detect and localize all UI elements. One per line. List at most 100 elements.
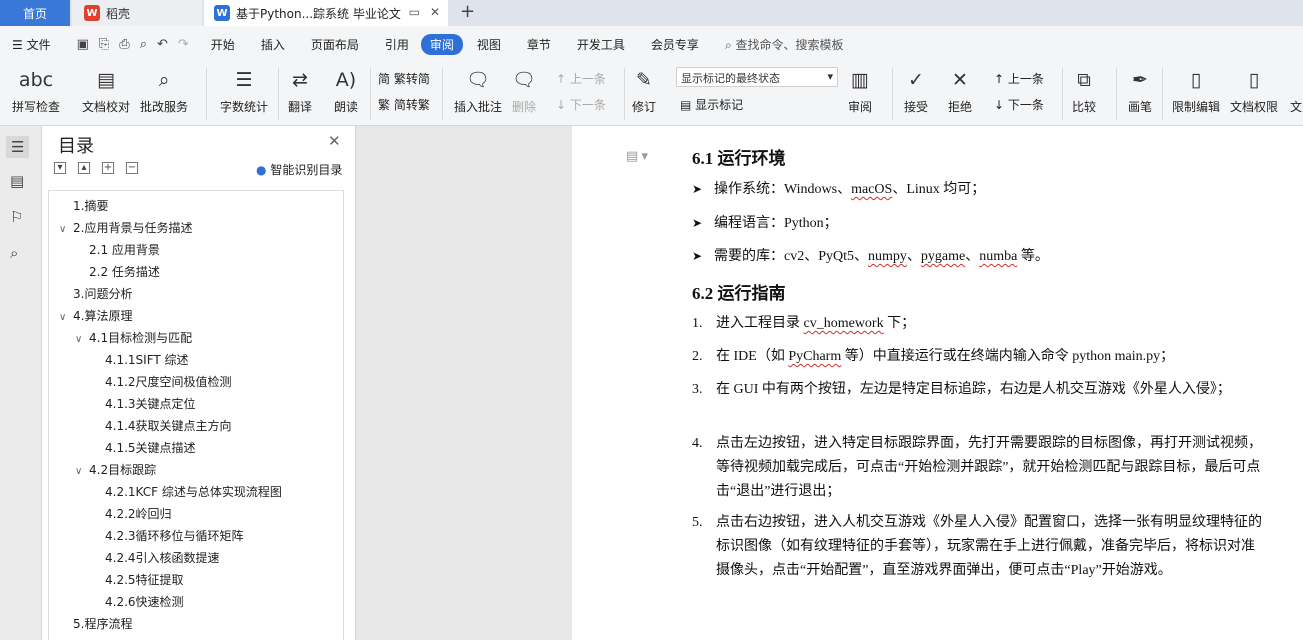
- toc-list: 1.摘要 ∨ 2.应用背景与任务描述 2.1 应用背景 2.2 任务描述 3.问题分析 ∨ 4…: [48, 190, 344, 640]
- toc-twisty-icon[interactable]: ∨: [59, 307, 73, 329]
- toc-item[interactable]: ∨ 4.2目标跟踪: [75, 459, 156, 481]
- chapter-nav-icon[interactable]: ▤: [10, 172, 24, 190]
- accept-button[interactable]: ✓ 接受: [904, 66, 928, 115]
- word-count-button[interactable]: ☰ 字数统计: [220, 66, 268, 115]
- reject-button[interactable]: ✕ 拒绝: [948, 66, 972, 115]
- translate-button[interactable]: ⇄ 翻译: [288, 66, 312, 115]
- list-item-4: 4. 点击左边按钮，进入特定目标跟踪界面，先打开需要跟踪的目标图像，再打开测试视频…: [692, 432, 1267, 504]
- print-icon[interactable]: ⎙: [119, 37, 129, 52]
- collapse-all-icon[interactable]: ▾: [54, 162, 66, 174]
- menu-membership[interactable]: 会员专享: [651, 36, 699, 53]
- restrict-editing-button[interactable]: ▯ 限制编辑: [1172, 66, 1220, 115]
- toc-item[interactable]: 4.1.3关键点定位: [91, 393, 196, 415]
- menu-developer[interactable]: 开发工具: [577, 36, 625, 53]
- toc-twisty-icon[interactable]: ∨: [75, 329, 89, 351]
- toc-item-label: 4.2目标跟踪: [89, 463, 157, 477]
- toc-item[interactable]: 2.2 任务描述: [75, 261, 160, 283]
- review-pane-button[interactable]: ▥ 审阅: [848, 66, 872, 115]
- toc-item[interactable]: ∨ 4.算法原理: [59, 305, 132, 327]
- delete-comment-button[interactable]: 🗨 删除: [512, 66, 536, 115]
- read-aloud-button[interactable]: A) 朗读: [334, 66, 358, 115]
- remove-heading-icon[interactable]: −: [126, 162, 138, 174]
- bookmark-icon[interactable]: ⚐: [10, 208, 23, 226]
- toc-item[interactable]: 4.1.5关键点描述: [91, 437, 196, 459]
- toc-item[interactable]: 3.问题分析: [59, 283, 132, 305]
- tab-docer[interactable]: W 稻壳: [72, 0, 202, 26]
- toc-item[interactable]: 4.2.5特征提取: [91, 569, 184, 591]
- delete-comment-icon: 🗨: [512, 69, 537, 91]
- add-heading-icon[interactable]: +: [102, 162, 114, 174]
- smart-toc-button[interactable]: ● 智能识别目录: [256, 161, 342, 178]
- toc-item[interactable]: 4.1.1SIFT 综述: [91, 349, 189, 371]
- tab-document[interactable]: W 基于Python...踪系统 毕业论文 ▭ ✕: [204, 0, 448, 26]
- page-options-icon[interactable]: ▤ ▾: [626, 148, 648, 164]
- show-markup-button[interactable]: ▤ 显示标记: [680, 96, 743, 113]
- toc-item[interactable]: ∨ 2.应用背景与任务描述: [59, 217, 192, 239]
- toc-item-label: 4.1.2尺度空间极值检测: [105, 375, 232, 389]
- menu-review[interactable]: 审阅: [420, 33, 463, 55]
- insert-comment-button[interactable]: 🗨 插入批注: [454, 66, 502, 115]
- undo-icon[interactable]: ↶: [157, 37, 168, 52]
- spell-check-button[interactable]: abc 拼写检查: [12, 66, 60, 115]
- redo-icon[interactable]: ↷: [178, 37, 189, 52]
- proofread-button[interactable]: ▤ 文档校对: [82, 66, 130, 115]
- toc-item[interactable]: ∨ 4.1目标检测与匹配: [75, 327, 192, 349]
- toc-item[interactable]: 2.1 应用背景: [75, 239, 160, 261]
- document-page[interactable]: ▤ ▾ 6.1 运行环境 ➤ 操作系统：Windows、macOS、Linux 均…: [572, 126, 1303, 640]
- proofread-label: 文档校对: [82, 100, 131, 114]
- menu-view[interactable]: 视图: [477, 36, 501, 53]
- toc-item[interactable]: 4.1.4获取关键点主方向: [91, 415, 232, 437]
- tab-home[interactable]: 首页: [0, 0, 70, 26]
- simp-to-trad-button[interactable]: 繁 简转繁: [378, 96, 430, 113]
- command-search[interactable]: ⌕ 查找命令、搜索模板: [725, 36, 844, 53]
- new-tab-button[interactable]: +: [460, 1, 475, 22]
- list-item-2: 2. 在 IDE（如 PyCharm 等）中直接运行或在终端内输入命令 pytho…: [692, 345, 1267, 369]
- restrict-editing-label: 限制编辑: [1172, 100, 1221, 114]
- translate-icon: ⇄: [292, 69, 308, 91]
- toc-item[interactable]: 4.2.2岭回归: [91, 503, 172, 525]
- find-icon[interactable]: ⌕: [10, 244, 18, 262]
- document-permission-button[interactable]: ▯ 文档权限: [1230, 66, 1278, 115]
- toc-item[interactable]: 4.2.6快速检测: [91, 591, 184, 613]
- toc-item[interactable]: 4.1.2尺度空间极值检测: [91, 371, 232, 393]
- toc-item[interactable]: 4.2.4引入核函数提速: [91, 547, 220, 569]
- export-pdf-icon[interactable]: ⎘: [99, 37, 109, 52]
- prev-comment-button[interactable]: ↑ 上一条: [556, 70, 606, 87]
- next-comment-button[interactable]: ↓ 下一条: [556, 96, 606, 113]
- toc-item-label: 4.2.1KCF 综述与总体实现流程图: [105, 485, 282, 499]
- toc-item[interactable]: 4.2.3循环移位与循环矩阵: [91, 525, 244, 547]
- menu-start[interactable]: 开始: [211, 36, 235, 53]
- smart-toc-label: 智能识别目录: [270, 163, 343, 177]
- expand-all-icon[interactable]: ▴: [78, 162, 90, 174]
- next-comment-icon: ↓: [556, 98, 567, 112]
- toc-item[interactable]: 5.程序流程: [59, 613, 132, 635]
- close-icon[interactable]: ✕: [328, 132, 341, 150]
- toc-twisty-icon[interactable]: ∨: [75, 461, 89, 483]
- menu-page-layout[interactable]: 页面布局: [311, 36, 359, 53]
- menu-references[interactable]: 引用: [385, 36, 409, 53]
- compare-button[interactable]: ⧉ 比较: [1072, 66, 1096, 115]
- next-change-button[interactable]: ↓ 下一条: [994, 96, 1044, 113]
- track-changes-button[interactable]: ✎ 修订: [632, 66, 656, 115]
- correction-service-button[interactable]: ⌕ 批改服务: [140, 66, 188, 115]
- text-run: 在 IDE（如: [716, 349, 789, 364]
- screen-icon[interactable]: ▭: [409, 5, 420, 19]
- menu-insert[interactable]: 插入: [261, 36, 285, 53]
- text-run: 进入工程目录: [716, 316, 804, 331]
- print-preview-icon[interactable]: ⌕: [140, 37, 147, 52]
- trad-to-simp-button[interactable]: 简 繁转简: [378, 70, 430, 87]
- tab-bar: 首页 W 稻壳 W 基于Python...踪系统 毕业论文 ▭ ✕ +: [0, 0, 1303, 26]
- pen-button[interactable]: ✒ 画笔: [1128, 66, 1152, 115]
- menu-chapter[interactable]: 章节: [527, 36, 551, 53]
- toc-item[interactable]: 1.摘要: [59, 195, 108, 217]
- file-menu[interactable]: ☰ 文件: [12, 36, 51, 53]
- toc-item[interactable]: 4.2.1KCF 综述与总体实现流程图: [91, 481, 282, 503]
- review-ribbon: abc 拼写检查 ▤ 文档校对 ⌕ 批改服务 ☰ 字数统计 ⇄ 翻译 A) 朗读 简 繁转简…: [0, 62, 1303, 126]
- ribbon-more-button[interactable]: 文: [1290, 66, 1302, 115]
- close-tab-icon[interactable]: ✕: [430, 5, 440, 19]
- toc-twisty-icon[interactable]: ∨: [59, 219, 73, 241]
- spell-check-icon: abc: [18, 69, 54, 91]
- prev-change-button[interactable]: ↑ 上一条: [994, 70, 1044, 87]
- toc-panel-icon[interactable]: ☰: [6, 136, 30, 158]
- save-icon[interactable]: ▣: [77, 37, 89, 52]
